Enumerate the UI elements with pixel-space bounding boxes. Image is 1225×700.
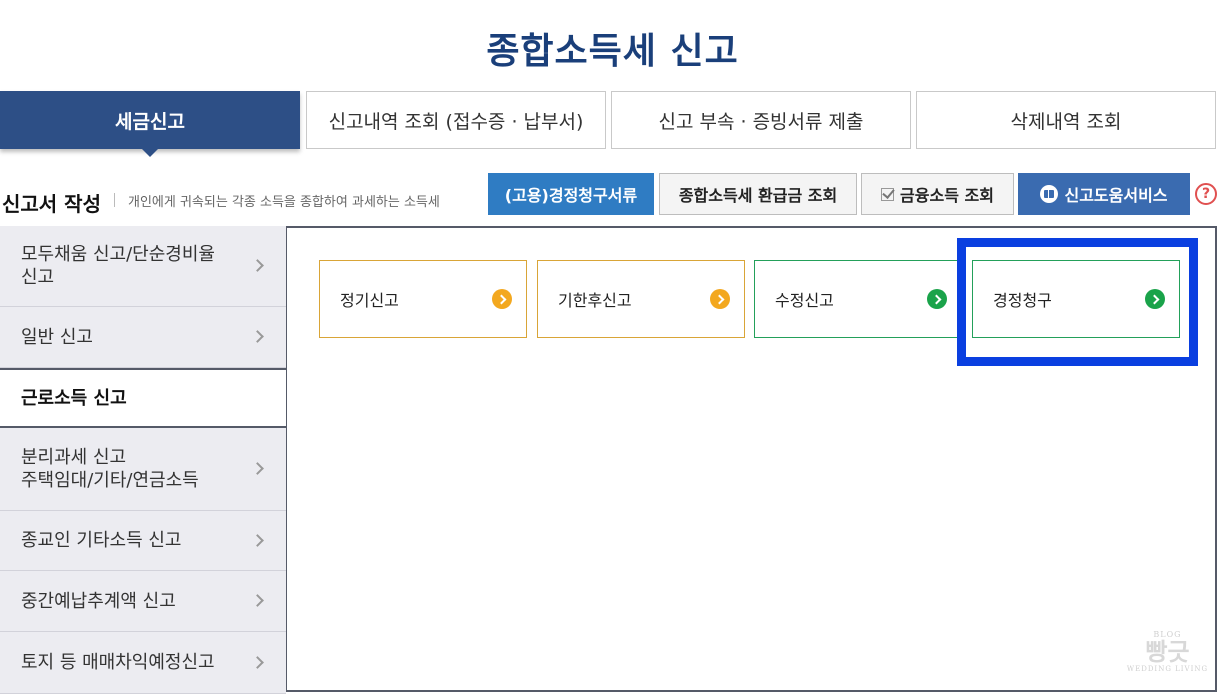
correction-claim-card[interactable]: 경정청구	[972, 260, 1180, 338]
sidebar-item-label: 분리과세 신고	[21, 447, 127, 468]
sidebar-item-land-sale-gain[interactable]: 토지 등 매매차익예정신고	[0, 632, 286, 694]
help-icon[interactable]: ?	[1195, 183, 1217, 205]
section-title: 신고서 작성	[2, 192, 101, 216]
chevron-right-icon	[251, 462, 264, 475]
section-divider	[114, 193, 115, 207]
sidebar-item-label: 토지 등 매매차익예정신고	[21, 652, 215, 673]
sidebar-item-label: 신고	[21, 267, 55, 288]
chevron-right-icon	[251, 533, 264, 547]
check-icon	[881, 187, 895, 201]
sidebar-item-label: 모두채움 신고/단순경비율	[21, 244, 215, 265]
late-filing-label: 기한후신고	[558, 291, 632, 310]
amended-filing-card[interactable]: 수정신고	[754, 260, 962, 338]
top-tab-bar: 세금신고 신고내역 조회 (접수증 · 납부서) 신고 부속 · 증빙서류 제출…	[0, 91, 1225, 157]
refund-inquiry-label: 종합소득세 환급금 조회	[678, 186, 838, 205]
tab-submit-documents[interactable]: 신고 부속 · 증빙서류 제출	[611, 91, 911, 149]
sidebar-item-interim-prepayment[interactable]: 중간예납추계액 신고	[0, 571, 286, 632]
sidebar: 모두채움 신고/단순경비율 신고 일반 신고 근로소득 신고 분리과세 신고 주…	[0, 226, 286, 700]
arrow-right-icon	[710, 289, 730, 309]
financial-income-inquiry-label: 금융소득 조회	[900, 186, 994, 205]
chevron-right-icon	[251, 330, 264, 343]
employment-correction-docs-label: (고용)경정청구서류	[504, 186, 638, 205]
refund-inquiry-button[interactable]: 종합소득세 환급금 조회	[659, 173, 857, 215]
sidebar-item-label: 종교인 기타소득 신고	[21, 530, 182, 551]
regular-filing-label: 정기신고	[340, 291, 399, 310]
tab-deleted-history[interactable]: 삭제내역 조회	[916, 91, 1216, 149]
correction-claim-label: 경정청구	[993, 291, 1052, 310]
employment-correction-docs-button[interactable]: (고용)경정청구서류	[488, 173, 654, 215]
late-filing-card[interactable]: 기한후신고	[537, 260, 745, 338]
sidebar-item-earned-income-filing[interactable]: 근로소득 신고	[0, 368, 286, 428]
arrow-right-icon	[492, 289, 512, 309]
tab-filing-history[interactable]: 신고내역 조회 (접수증 · 납부서)	[306, 91, 606, 149]
sidebar-item-separate-taxation[interactable]: 분리과세 신고 주택임대/기타/연금소득	[0, 428, 286, 511]
watermark-main-text: 빵긋	[1145, 637, 1190, 666]
regular-filing-card[interactable]: 정기신고	[319, 260, 527, 338]
chevron-right-icon	[251, 655, 264, 669]
sidebar-item-label: 중간예납추계액 신고	[21, 590, 176, 612]
sidebar-item-religious-income[interactable]: 종교인 기타소득 신고	[0, 511, 286, 571]
sidebar-item-general-filing[interactable]: 일반 신고	[0, 307, 286, 368]
sidebar-item-label: 근로소득 신고	[21, 387, 127, 409]
filing-help-service-label: 신고도움서비스	[1064, 186, 1168, 205]
sidebar-item-label: 주택임대/기타/연금소득	[21, 470, 199, 491]
chevron-right-icon	[251, 594, 264, 607]
chevron-right-icon	[251, 259, 264, 272]
amended-filing-label: 수정신고	[775, 291, 834, 310]
watermark-logo: BLOG 빵긋 WEDDING LIVING	[1120, 630, 1215, 690]
section-description: 개인에게 귀속되는 각종 소득을 종합하여 과세하는 소득세	[128, 195, 440, 210]
filing-help-service-button[interactable]: 신고도움서비스	[1018, 173, 1190, 215]
tab-tax-filing[interactable]: 세금신고	[0, 91, 300, 157]
book-icon	[1040, 185, 1059, 203]
arrow-right-icon	[927, 289, 947, 309]
sidebar-item-label: 일반 신고	[21, 326, 93, 348]
watermark-bottom-text: WEDDING LIVING	[1126, 665, 1209, 673]
arrow-right-icon	[1145, 289, 1165, 309]
sidebar-item-prefilled-filing[interactable]: 모두채움 신고/단순경비율 신고	[0, 226, 286, 307]
financial-income-inquiry-button[interactable]: 금융소득 조회	[861, 173, 1014, 215]
page-title: 종합소득세 신고	[486, 31, 739, 72]
